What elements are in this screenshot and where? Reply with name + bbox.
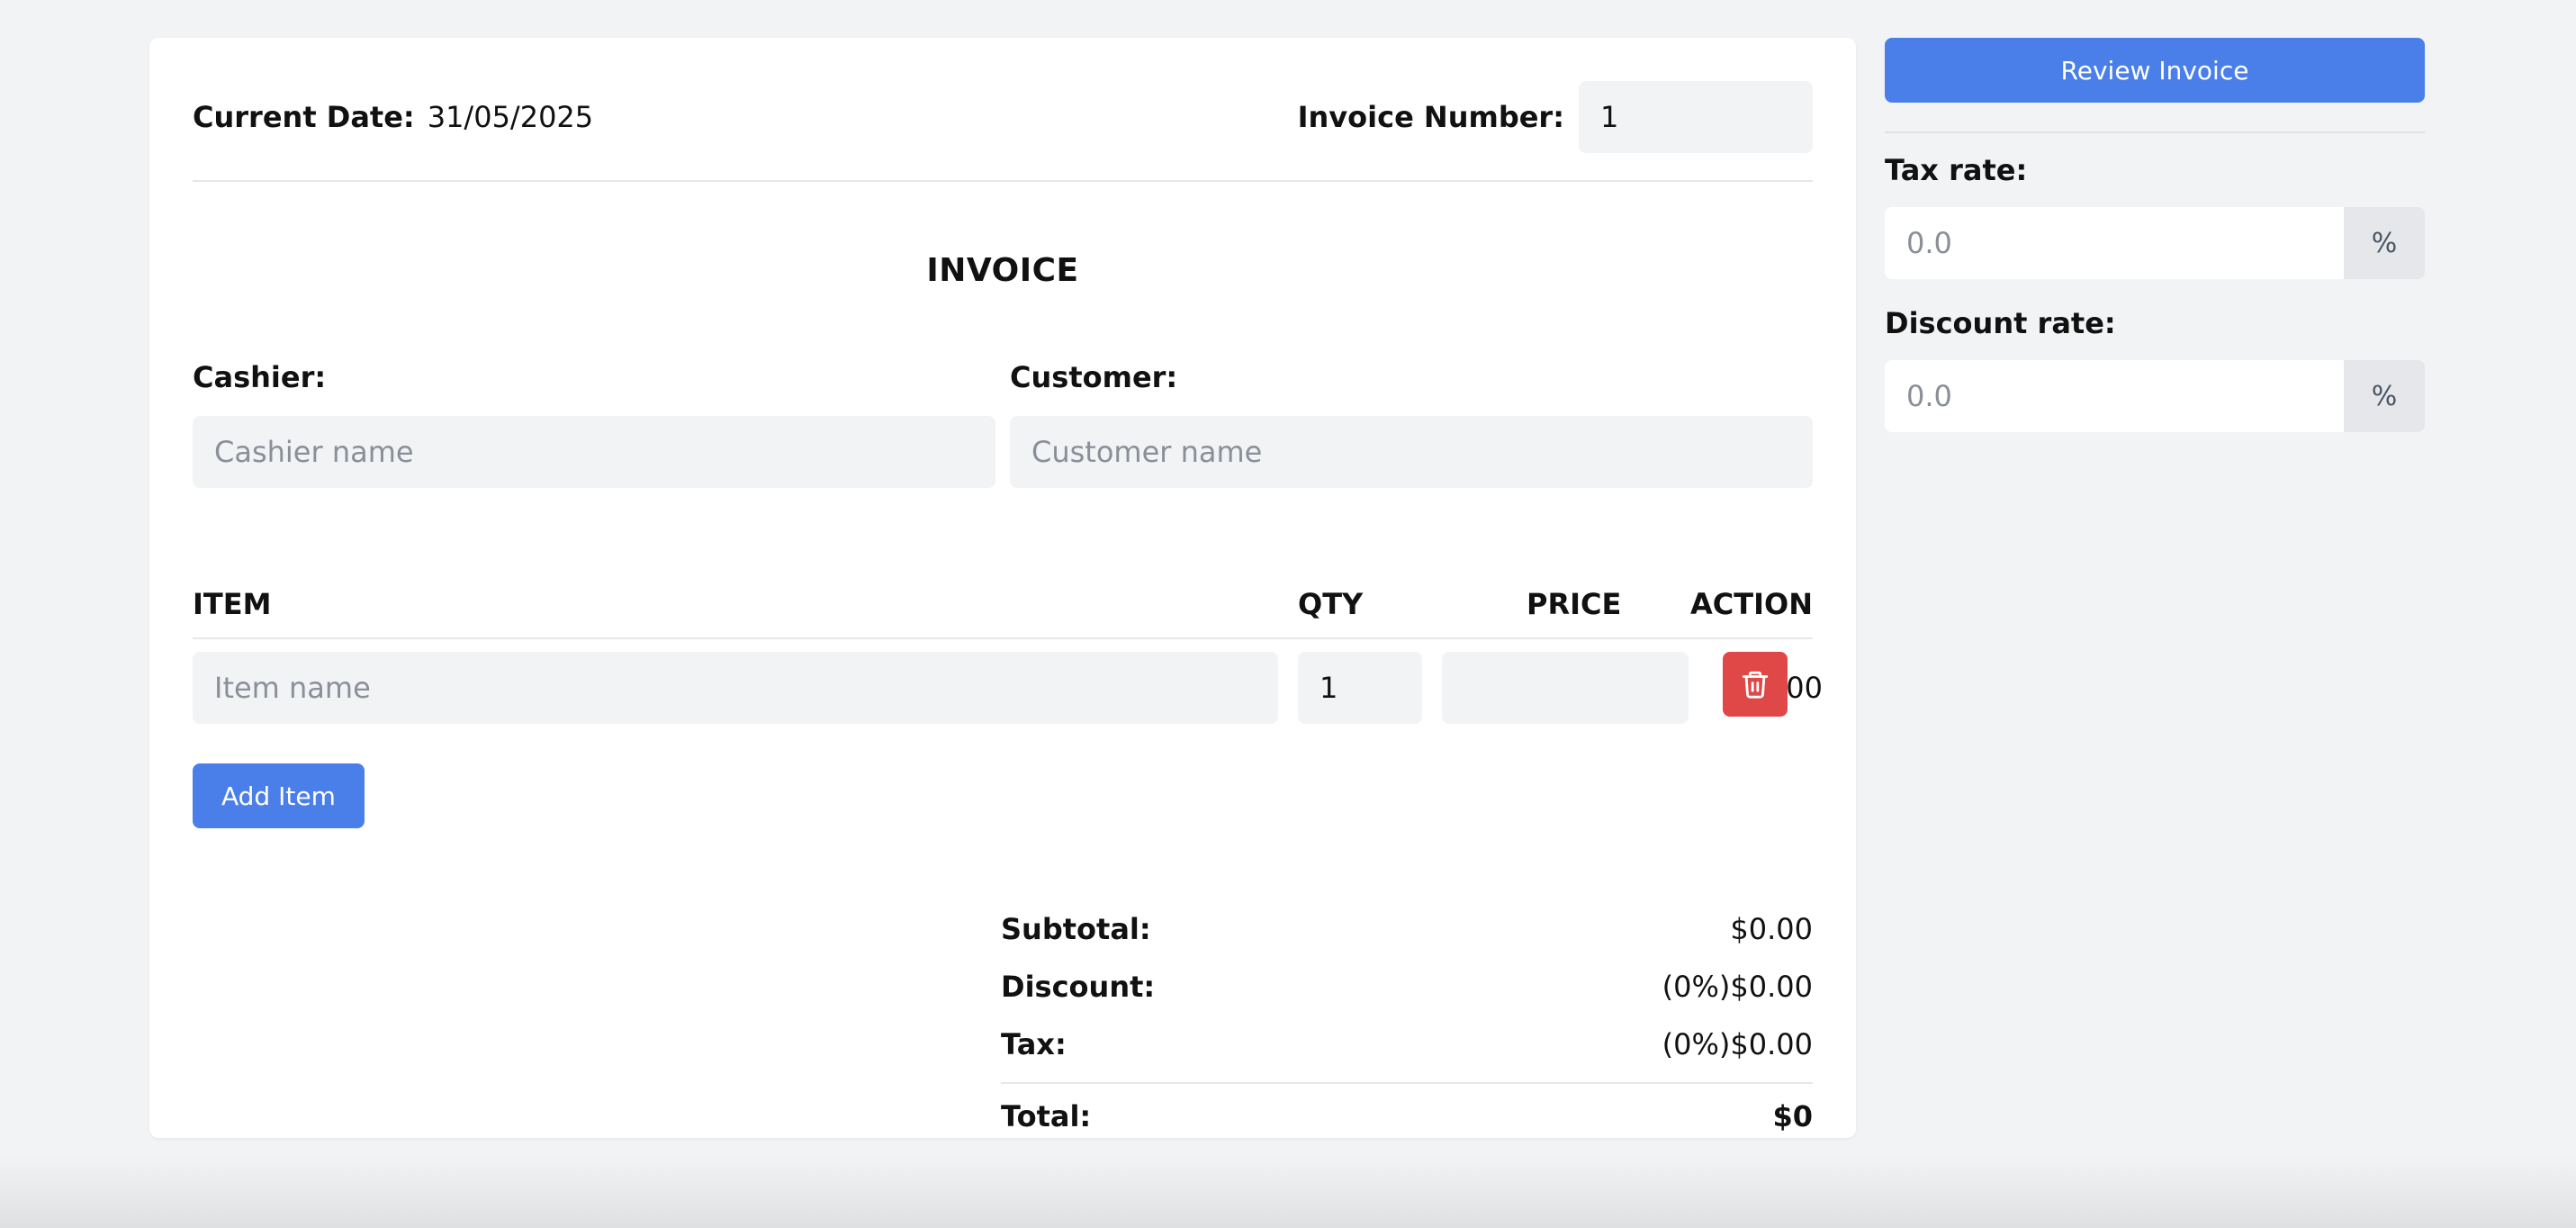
column-header-qty: QTY <box>1298 587 1364 621</box>
tax-value: (0%)$0.00 <box>1662 1027 1813 1061</box>
tax-rate-input[interactable] <box>1885 207 2344 279</box>
tax-row: Tax: (0%)$0.00 <box>1001 1016 1813 1073</box>
current-date-value: 31/05/2025 <box>427 100 594 134</box>
invoice-card: Current Date: 31/05/2025 Invoice Number:… <box>149 38 1856 1138</box>
header-divider <box>193 180 1813 182</box>
totals-section: Subtotal: $0.00 Discount: (0%)$0.00 Tax:… <box>1001 900 1813 1145</box>
total-label: Total: <box>1001 1099 1092 1133</box>
customer-label: Customer: <box>1010 360 1178 394</box>
tax-label: Tax: <box>1001 1027 1067 1061</box>
discount-rate-percent-suffix: % <box>2344 360 2425 432</box>
delete-item-button[interactable] <box>1723 652 1788 717</box>
add-item-button[interactable]: Add Item <box>193 763 365 828</box>
current-date: Current Date: 31/05/2025 <box>193 81 593 153</box>
discount-row: Discount: (0%)$0.00 <box>1001 958 1813 1016</box>
item-name-input[interactable] <box>193 652 1278 724</box>
current-date-label: Current Date: <box>193 100 415 134</box>
tax-rate-label: Tax rate: <box>1885 153 2028 187</box>
cashier-section: Cashier: <box>193 360 995 488</box>
discount-rate-group: % <box>1885 360 2425 432</box>
item-qty-input[interactable] <box>1298 652 1422 724</box>
trash-icon <box>1742 671 1769 699</box>
total-value: $0 <box>1772 1099 1813 1133</box>
discount-rate-input[interactable] <box>1885 360 2344 432</box>
tax-rate-group: % <box>1885 207 2425 279</box>
discount-value: (0%)$0.00 <box>1662 970 1813 1004</box>
total-row: Total: $0 <box>1001 1088 1813 1145</box>
column-header-price: PRICE <box>1527 587 1622 621</box>
invoice-number: Invoice Number: <box>1298 81 1813 153</box>
item-price-input[interactable] <box>1464 652 1848 724</box>
invoice-title: INVOICE <box>926 252 1079 289</box>
item-price-field: $ <box>1442 652 1848 724</box>
settings-sidebar: Review Invoice Tax rate: % Discount rate… <box>1885 38 2425 432</box>
customer-input[interactable] <box>1010 416 1813 488</box>
cashier-label: Cashier: <box>193 360 327 394</box>
invoice-number-label: Invoice Number: <box>1297 100 1564 134</box>
discount-label: Discount: <box>1001 970 1156 1004</box>
bottom-shade <box>0 1156 2576 1228</box>
column-header-action: ACTION <box>1690 587 1813 621</box>
totals-divider <box>1001 1082 1813 1084</box>
tax-rate-percent-suffix: % <box>2344 207 2425 279</box>
subtotal-label: Subtotal: <box>1001 912 1151 946</box>
invoice-number-input[interactable] <box>1579 81 1813 153</box>
subtotal-value: $0.00 <box>1730 912 1813 946</box>
discount-rate-label: Discount rate: <box>1885 306 2116 340</box>
column-header-item: ITEM <box>193 587 272 621</box>
page: Current Date: 31/05/2025 Invoice Number:… <box>0 0 2576 1228</box>
sidebar-divider <box>1885 131 2425 133</box>
review-invoice-button[interactable]: Review Invoice <box>1885 38 2425 103</box>
subtotal-row: Subtotal: $0.00 <box>1001 900 1813 958</box>
customer-section: Customer: <box>1010 360 1813 488</box>
table-header-divider <box>193 637 1813 639</box>
cashier-input[interactable] <box>193 416 995 488</box>
